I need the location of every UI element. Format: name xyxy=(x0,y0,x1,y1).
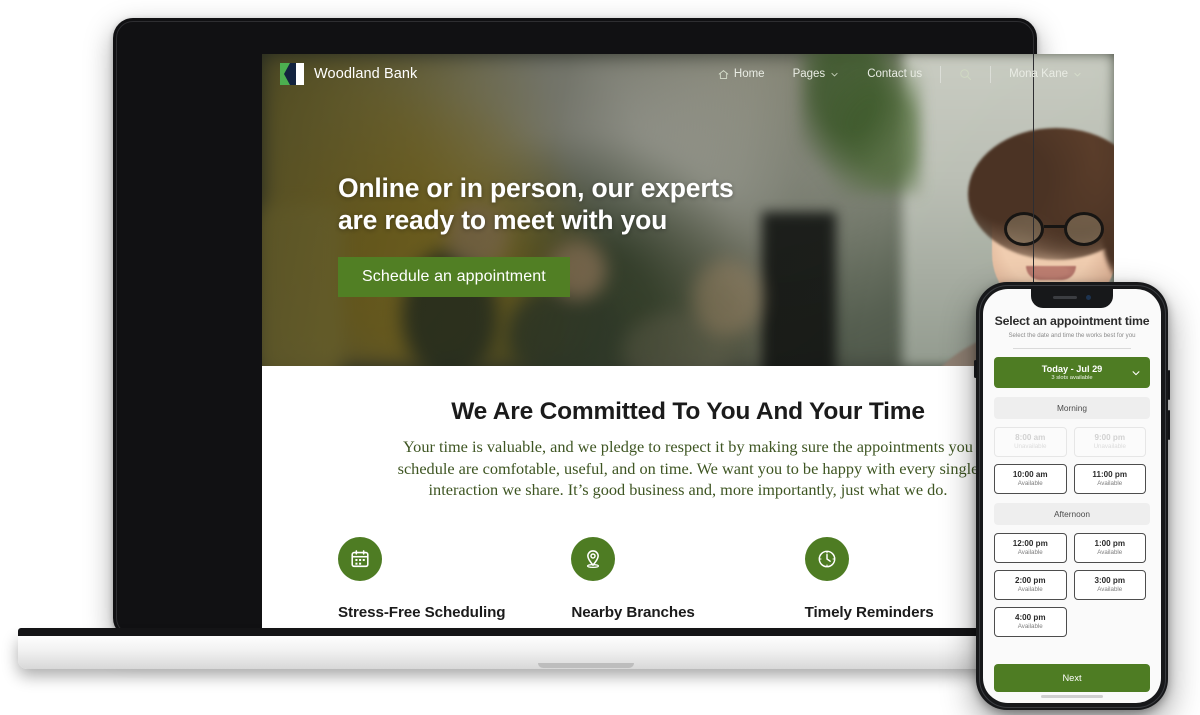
date-selector[interactable]: Today - Jul 29 3 slots available xyxy=(994,357,1150,388)
slot-grid-afternoon: 12:00 pm Available 1:00 pm Available 2:0… xyxy=(994,533,1150,637)
chevron-down-icon xyxy=(1132,370,1140,375)
phone-volume-up-button xyxy=(1167,370,1170,400)
time-slot-time: 4:00 pm xyxy=(1014,613,1046,622)
nav-item-pages[interactable]: Pages xyxy=(779,68,854,80)
time-slot-status: Available xyxy=(1017,586,1043,593)
phone-device: Select an appointment time Select the da… xyxy=(974,282,1170,710)
feature-card-scheduling: Stress-Free Scheduling Our online schedu… xyxy=(338,537,571,638)
feature-card-branches: Nearby Branches We make it easy to choos… xyxy=(571,537,804,638)
nav-item-contact-us[interactable]: Contact us xyxy=(853,68,936,80)
brand[interactable]: Woodland Bank xyxy=(280,63,417,85)
time-slot-time: 11:00 pm xyxy=(1092,470,1128,479)
search-button[interactable] xyxy=(945,68,986,81)
woodland-bank-logo xyxy=(280,63,304,85)
hero-headline-line1: Online or in person, our experts xyxy=(338,173,734,203)
time-slot: 9:00 pm Unavailable xyxy=(1073,427,1146,457)
phone-camera-icon xyxy=(1086,295,1091,300)
time-slot[interactable]: 11:00 pm Available xyxy=(1073,464,1146,494)
user-menu-label: Mona Kane xyxy=(1009,68,1068,80)
time-slot[interactable]: 4:00 pm Available xyxy=(994,607,1067,637)
next-button[interactable]: Next xyxy=(994,664,1150,692)
clock-icon xyxy=(818,550,836,568)
appointment-subtitle: Select the date and time the works best … xyxy=(1008,332,1136,339)
section-body: Your time is valuable, and we pledge to … xyxy=(397,437,979,500)
chevron-down-icon xyxy=(831,72,838,76)
date-selector-text: Today - Jul 29 3 slots available xyxy=(1004,364,1140,381)
appointment-body: Today - Jul 29 3 slots available Morning… xyxy=(983,349,1161,657)
nav-item-contact-label: Contact us xyxy=(867,68,923,80)
phone-silent-switch xyxy=(974,360,977,378)
nav-item-home-label: Home xyxy=(733,68,765,80)
feature-icon-badge xyxy=(571,537,616,582)
time-slot[interactable]: 2:00 pm Available xyxy=(994,570,1067,600)
calendar-icon xyxy=(351,550,369,568)
search-icon xyxy=(960,68,972,80)
mockup-stage: Woodland Bank Home Pages Contact us Mona… xyxy=(0,0,1200,715)
schedule-appointment-button[interactable]: Schedule an appointment xyxy=(338,256,570,297)
site-navbar: Woodland Bank Home Pages Contact us Mona… xyxy=(262,54,1114,94)
nav-divider-2 xyxy=(990,65,992,83)
feature-icon-badge xyxy=(804,537,849,582)
time-slot-time: 2:00 pm xyxy=(1014,576,1046,585)
time-slot-time: 12:00 pm xyxy=(1012,539,1048,548)
chevron-down-icon xyxy=(1074,72,1081,76)
phone-speaker xyxy=(1053,296,1077,299)
date-selector-label: Today - Jul 29 xyxy=(1041,364,1103,374)
appointment-title: Select an appointment time xyxy=(994,314,1150,328)
time-slot-status: Available xyxy=(1097,586,1123,593)
time-slot-status: Available xyxy=(1017,623,1043,630)
time-slot[interactable]: 10:00 am Available xyxy=(994,464,1067,494)
time-slot-time: 9:00 pm xyxy=(1094,433,1126,442)
phone-notch xyxy=(1031,289,1113,308)
hero-copy: Online or in person, our experts are rea… xyxy=(338,172,734,297)
phone-home-indicator xyxy=(1041,695,1103,698)
section-heading-afternoon: Afternoon xyxy=(994,503,1150,525)
time-slot[interactable]: 1:00 pm Available xyxy=(1073,533,1146,563)
time-slot-status: Available xyxy=(1097,480,1123,487)
home-icon xyxy=(718,69,729,79)
time-slot-time: 10:00 am xyxy=(1012,470,1048,479)
brand-name: Woodland Bank xyxy=(314,66,418,82)
hero-headline: Online or in person, our experts are rea… xyxy=(338,172,734,237)
laptop-device: Woodland Bank Home Pages Contact us Mona… xyxy=(113,18,1114,638)
user-menu[interactable]: Mona Kane xyxy=(995,68,1096,80)
time-slot[interactable]: 3:00 pm Available xyxy=(1073,570,1146,600)
section-heading-morning: Morning xyxy=(994,397,1150,419)
map-pin-icon xyxy=(587,550,600,568)
hero-headline-line2: are ready to meet with you xyxy=(338,205,668,236)
time-slot-status: Available xyxy=(1017,549,1043,556)
time-slot-time: 1:00 pm xyxy=(1094,539,1126,548)
slot-grid-morning: 8:00 am Unavailable 9:00 pm Unavailable … xyxy=(994,427,1150,494)
nav-item-home[interactable]: Home xyxy=(704,68,779,80)
nav-links: Home Pages Contact us Mona Kane xyxy=(704,65,1096,83)
time-slot-time: 3:00 pm xyxy=(1094,576,1126,585)
time-slot-status: Unavailable xyxy=(1014,443,1047,450)
time-slot: 8:00 am Unavailable xyxy=(994,427,1067,457)
laptop-trackpad-notch xyxy=(538,663,634,668)
nav-divider-1 xyxy=(940,65,942,83)
feature-title: Nearby Branches xyxy=(571,604,695,622)
time-slot[interactable]: 12:00 pm Available xyxy=(994,533,1067,563)
feature-icon-badge xyxy=(338,537,382,582)
time-slot-time: 8:00 am xyxy=(1015,433,1046,442)
phone-screen: Select an appointment time Select the da… xyxy=(983,289,1161,703)
feature-title: Stress-Free Scheduling xyxy=(338,604,506,622)
nav-item-pages-label: Pages xyxy=(792,68,826,80)
date-selector-slots: 3 slots available xyxy=(1051,375,1093,381)
phone-volume-down-button xyxy=(1167,410,1170,440)
time-slot-status: Available xyxy=(1017,480,1043,487)
time-slot-status: Unavailable xyxy=(1093,443,1126,450)
time-slot-status: Available xyxy=(1097,549,1123,556)
